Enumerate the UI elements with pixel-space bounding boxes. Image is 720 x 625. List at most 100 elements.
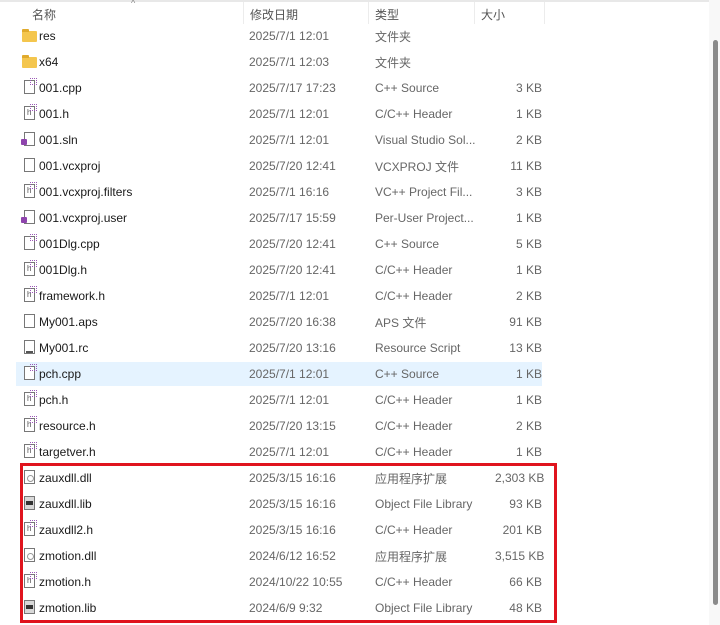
file-type: C++ Source [375,367,440,381]
file-date: 2024/6/12 16:52 [249,549,336,563]
file-file-icon [24,314,35,328]
file-h-icon [24,520,37,536]
file-row[interactable]: zmotion.dll 2024/6/12 16:52 应用程序扩展 3,515 KB [16,544,545,568]
file-size: 13 KB [509,341,542,355]
file-type: C/C++ Header [375,289,453,303]
file-list: res 2025/7/1 12:01 文件夹 x64 2025/7/1 12:03 文件夹… [16,24,558,620]
file-name: 001.sln [39,133,78,147]
file-name: pch.cpp [39,367,82,381]
file-date: 2025/7/1 12:01 [249,445,330,459]
file-icon-slot [16,284,39,308]
file-row[interactable]: 001Dlg.h 2025/7/20 12:41 C/C++ Header 1 KB [16,258,542,282]
file-size: 2 KB [515,419,542,433]
file-date: 2025/7/20 16:38 [249,315,336,329]
file-row[interactable]: My001.aps 2025/7/20 16:38 APS 文件 91 KB [16,310,542,334]
file-img-icon [24,340,35,354]
file-size: 93 KB [509,497,542,511]
file-row[interactable]: 001.vcxproj.user 2025/7/17 15:59 Per-User … [16,206,542,230]
file-row[interactable]: resource.h 2025/7/20 13:15 C/C++ Header 2 K… [16,414,542,438]
file-size: 1 KB [515,263,542,277]
file-icon-slot [16,466,39,490]
column-header: ^ 名称 修改日期 类型 大小 [0,0,545,24]
file-size: 3 KB [515,81,542,95]
file-size: 1 KB [515,107,542,121]
file-date: 2024/10/22 10:55 [249,575,343,589]
file-size: 1 KB [515,393,542,407]
file-row[interactable]: pch.h 2025/7/1 12:01 C/C++ Header 1 KB [16,388,542,412]
scrollbar-track[interactable] [709,0,720,625]
file-file-icon [24,158,35,172]
file-icon-slot [16,180,39,204]
folder-icon [22,29,37,42]
file-row[interactable]: x64 2025/7/1 12:03 文件夹 [16,50,542,74]
file-row[interactable]: zauxdll2.h 2025/3/15 16:16 C/C++ Header 201… [16,518,542,542]
file-row[interactable]: 001.vcxproj.filters 2025/7/1 16:16 VC++ Pr… [16,180,542,204]
file-row[interactable]: res 2025/7/1 12:01 文件夹 [16,24,542,48]
column-size[interactable]: 大小 [475,2,545,24]
file-type: C++ Source [375,81,440,95]
file-size: 91 KB [509,315,542,329]
file-icon-slot [16,310,39,334]
file-name: zmotion.h [39,575,92,589]
file-lib-icon [24,496,35,510]
file-row[interactable]: zmotion.lib 2024/6/9 9:32 Object File Libr… [16,596,542,620]
file-h-icon [24,572,37,588]
file-icon-slot [16,258,39,282]
file-size: 1 KB [515,211,542,225]
file-type: Resource Script [375,341,461,355]
file-h-icon [24,286,37,302]
column-date[interactable]: 修改日期 [244,2,369,24]
file-name: zmotion.lib [39,601,97,615]
file-row[interactable]: 001.cpp 2025/7/17 17:23 C++ Source 3 KB [16,76,542,100]
file-h-icon [24,104,37,120]
file-row[interactable]: zauxdll.dll 2025/3/15 16:16 应用程序扩展 2,303 KB [16,466,545,490]
file-name: x64 [39,55,59,69]
file-row[interactable]: pch.cpp 2025/7/1 12:01 C++ Source 1 KB [16,362,542,386]
file-row[interactable]: 001.vcxproj 2025/7/20 12:41 VCXPROJ 文件 11 K… [16,154,542,178]
file-row[interactable]: zauxdll.lib 2025/3/15 16:16 Object File Li… [16,492,542,516]
scrollbar-thumb[interactable] [713,40,718,605]
file-row[interactable]: framework.h 2025/7/1 12:01 C/C++ Header 2 K… [16,284,542,308]
file-icon-slot [16,388,39,412]
file-type: Visual Studio Sol... [375,133,476,147]
file-icon-slot [16,596,39,620]
file-row[interactable]: 001.h 2025/7/1 12:01 C/C++ Header 1 KB [16,102,542,126]
file-type: APS 文件 [375,315,427,330]
file-name: My001.rc [39,341,89,355]
file-row[interactable]: 001.sln 2025/7/1 12:01 Visual Studio Sol..… [16,128,542,152]
file-name: 001.vcxproj.user [39,211,128,225]
file-date: 2025/7/20 12:41 [249,263,336,277]
file-size: 11 KB [510,159,542,173]
file-h-icon [24,182,37,198]
file-name: res [39,29,56,43]
file-date: 2025/3/15 16:16 [249,471,336,485]
file-row[interactable]: My001.rc 2025/7/20 13:16 Resource Script 13… [16,336,542,360]
file-name: 001.vcxproj.filters [39,185,133,199]
file-name: targetver.h [39,445,96,459]
file-size: 3,515 KB [495,549,545,563]
file-vs-icon [21,210,35,224]
file-date: 2025/7/20 13:16 [249,341,336,355]
file-row[interactable]: targetver.h 2025/7/1 12:01 C/C++ Header 1 K… [16,440,542,464]
file-row[interactable]: zmotion.h 2024/10/22 10:55 C/C++ Header 66 … [16,570,542,594]
file-icon-slot [16,336,39,360]
file-date: 2025/7/1 12:01 [249,133,330,147]
file-name: zauxdll.lib [39,497,92,511]
file-date: 2025/7/17 15:59 [249,211,336,225]
column-name[interactable]: 名称 [0,2,244,24]
file-h-icon [24,442,37,458]
file-icon-slot [16,414,39,438]
column-type[interactable]: 类型 [369,2,475,24]
file-name: zauxdll2.h [39,523,94,537]
file-type: Object File Library [375,601,473,615]
file-icon-slot [16,492,39,516]
file-date: 2024/6/9 9:32 [249,601,323,615]
file-size: 1 KB [515,445,542,459]
file-name: 001Dlg.h [39,263,88,277]
file-name: pch.h [39,393,69,407]
file-size: 201 KB [502,523,542,537]
file-dll-icon [24,548,35,562]
file-row[interactable]: 001Dlg.cpp 2025/7/20 12:41 C++ Source 5 KB [16,232,542,256]
file-size: 2,303 KB [495,471,545,485]
file-type: C/C++ Header [375,263,453,277]
